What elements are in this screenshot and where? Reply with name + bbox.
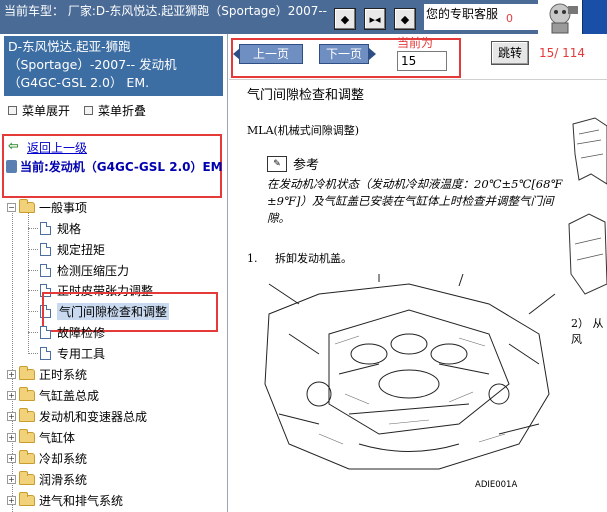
- nav-middle-button[interactable]: ▸◂: [364, 8, 386, 30]
- tree-folder-cooling[interactable]: + 冷却系统: [7, 449, 87, 467]
- step-text: 拆卸发动机盖。: [275, 252, 352, 265]
- top-bar: 当前车型： 厂家:D-东风悦达.起亚狮跑（Sportage）2007-- ◆ ▸…: [0, 0, 607, 34]
- folder-icon: [19, 407, 35, 422]
- tree-label: 故障检修: [57, 325, 106, 340]
- collapse-icon: [84, 105, 94, 115]
- jump-button[interactable]: 跳转: [491, 41, 529, 65]
- tree-label: 气缸盖总成: [39, 388, 100, 403]
- collapse-toggle-icon[interactable]: −: [7, 202, 16, 212]
- folder-icon: [19, 491, 35, 506]
- support-mark: 0: [506, 12, 513, 25]
- expand-toggle-icon[interactable]: +: [7, 474, 16, 484]
- tree-folder-engine-trans[interactable]: + 发动机和变速器总成: [7, 407, 147, 425]
- tree-label: 专用工具: [57, 346, 106, 361]
- step-1: 1. 拆卸发动机盖。: [247, 250, 352, 266]
- tree-folder-cylinder-head[interactable]: + 气缸盖总成: [7, 386, 99, 404]
- tree-item-spec[interactable]: 规格: [40, 219, 81, 237]
- step-2: 2） 从风: [571, 317, 604, 346]
- expand-toggle-icon[interactable]: +: [7, 390, 16, 400]
- tree-label: 发动机和变速器总成: [39, 409, 148, 424]
- partial-illustration: [565, 114, 607, 314]
- document-icon: [40, 221, 51, 235]
- expand-toggle-icon[interactable]: +: [7, 432, 16, 442]
- expand-toggle-icon[interactable]: +: [7, 411, 16, 421]
- document-icon: [40, 242, 51, 256]
- menu-collapse-button[interactable]: 菜单折叠: [98, 102, 146, 119]
- tree-item-torque[interactable]: 规定扭矩: [40, 240, 105, 258]
- tree-label: 规定扭矩: [57, 242, 106, 257]
- expand-icon: [8, 105, 17, 115]
- folder-icon: [19, 365, 35, 380]
- next-page-button[interactable]: 下一页: [319, 44, 369, 64]
- prev-page-button[interactable]: 上一页: [239, 44, 303, 64]
- tree-folder-general[interactable]: − 一般事项: [7, 198, 87, 216]
- tree-label: 气缸体: [39, 430, 76, 445]
- tree-item-special-tools[interactable]: 专用工具: [40, 344, 105, 362]
- expand-toggle-icon[interactable]: +: [7, 453, 16, 463]
- document-icon: [40, 346, 51, 360]
- current-page-label: 当前为: [397, 36, 434, 50]
- reference-text: 在发动机冷机状态（发动机冷却液温度：20℃±5℃[68℉±9℉]）及气缸盖已安装…: [267, 177, 563, 225]
- tree-label: 一般事项: [39, 200, 88, 215]
- doc-title: 气门间隙检查和调整: [247, 88, 365, 103]
- document-icon: [40, 263, 51, 277]
- tree-item-troubleshoot[interactable]: 故障检修: [40, 323, 105, 341]
- figure-label: ADIE001A: [475, 480, 518, 490]
- database-icon: [6, 160, 17, 173]
- menu-expand-button[interactable]: 菜单展开: [22, 102, 70, 119]
- tree-folder-lubrication[interactable]: + 润滑系统: [7, 470, 87, 488]
- back-arrow-icon: ⇦: [8, 139, 19, 154]
- next-arrow-icon: [369, 48, 376, 60]
- tree-folder-intake-exhaust[interactable]: + 进气和排气系统: [7, 491, 123, 509]
- document-icon: [40, 325, 51, 339]
- tree-item-compression[interactable]: 检测压缩压力: [40, 261, 129, 279]
- tree-label: 规格: [57, 221, 82, 236]
- back-row[interactable]: ⇦ 返回上一级: [8, 138, 87, 156]
- doc-subtitle: MLA(机械式间隙调整): [247, 124, 360, 137]
- nav-first-button[interactable]: ◆: [334, 8, 356, 30]
- tree-label: 进气和排气系统: [39, 493, 124, 508]
- page-number-input[interactable]: [397, 51, 447, 71]
- nav-last-button[interactable]: ◆: [394, 8, 416, 30]
- sidebar: D-东风悦达.起亚-狮跑（Sportage）-2007-- 发动机（G4GC-G…: [0, 34, 228, 512]
- back-link[interactable]: 返回上一级: [27, 139, 87, 156]
- folder-icon: [19, 428, 35, 443]
- tree-folder-timing[interactable]: + 正时系统: [7, 365, 87, 383]
- tree-label: 检测压缩压力: [57, 263, 130, 278]
- pager-bar: 上一页 下一页 当前为 跳转 15/ 114: [229, 34, 607, 80]
- expand-toggle-icon[interactable]: +: [7, 369, 16, 379]
- current-location: 当前:发动机（G4GC-GSL 2.0）EM: [6, 158, 224, 176]
- car-title: D-东风悦达.起亚-狮跑（Sportage）-2007-- 发动机（G4GC-G…: [4, 36, 223, 96]
- folder-icon: [19, 470, 35, 485]
- expand-toggle-icon[interactable]: +: [7, 495, 16, 505]
- current-label: 当前:发动机（G4GC-GSL 2.0）EM: [20, 160, 223, 174]
- vehicle-info: 当前车型： 厂家:D-东风悦达.起亚狮跑（Sportage）2007--: [4, 4, 328, 18]
- engine-illustration: [259, 273, 559, 479]
- folder-icon: [19, 449, 35, 464]
- content-pane: 上一页 下一页 当前为 跳转 15/ 114 气门间隙检查和调整 MLA(机械式…: [229, 34, 607, 512]
- page-count: 15/ 114: [539, 46, 586, 60]
- step-number: 1.: [247, 252, 258, 265]
- support-label[interactable]: 您的专职客服: [424, 4, 538, 30]
- tree-label: 冷却系统: [39, 451, 88, 466]
- mascot-icon: [538, 0, 582, 34]
- folder-icon: [19, 386, 35, 401]
- brand-tile: [582, 0, 607, 34]
- reference-title: 参考: [293, 158, 320, 173]
- note-icon: ✎: [267, 155, 287, 172]
- reference-heading: ✎ 参考: [267, 154, 319, 173]
- folder-open-icon: [19, 198, 35, 213]
- tree-folder-cylinder-block[interactable]: + 气缸体: [7, 428, 75, 446]
- tree-label: 正时系统: [39, 367, 88, 382]
- menu-controls: 菜单展开 菜单折叠: [8, 102, 218, 118]
- tree-label: 润滑系统: [39, 472, 88, 487]
- tree-guide: [28, 212, 29, 352]
